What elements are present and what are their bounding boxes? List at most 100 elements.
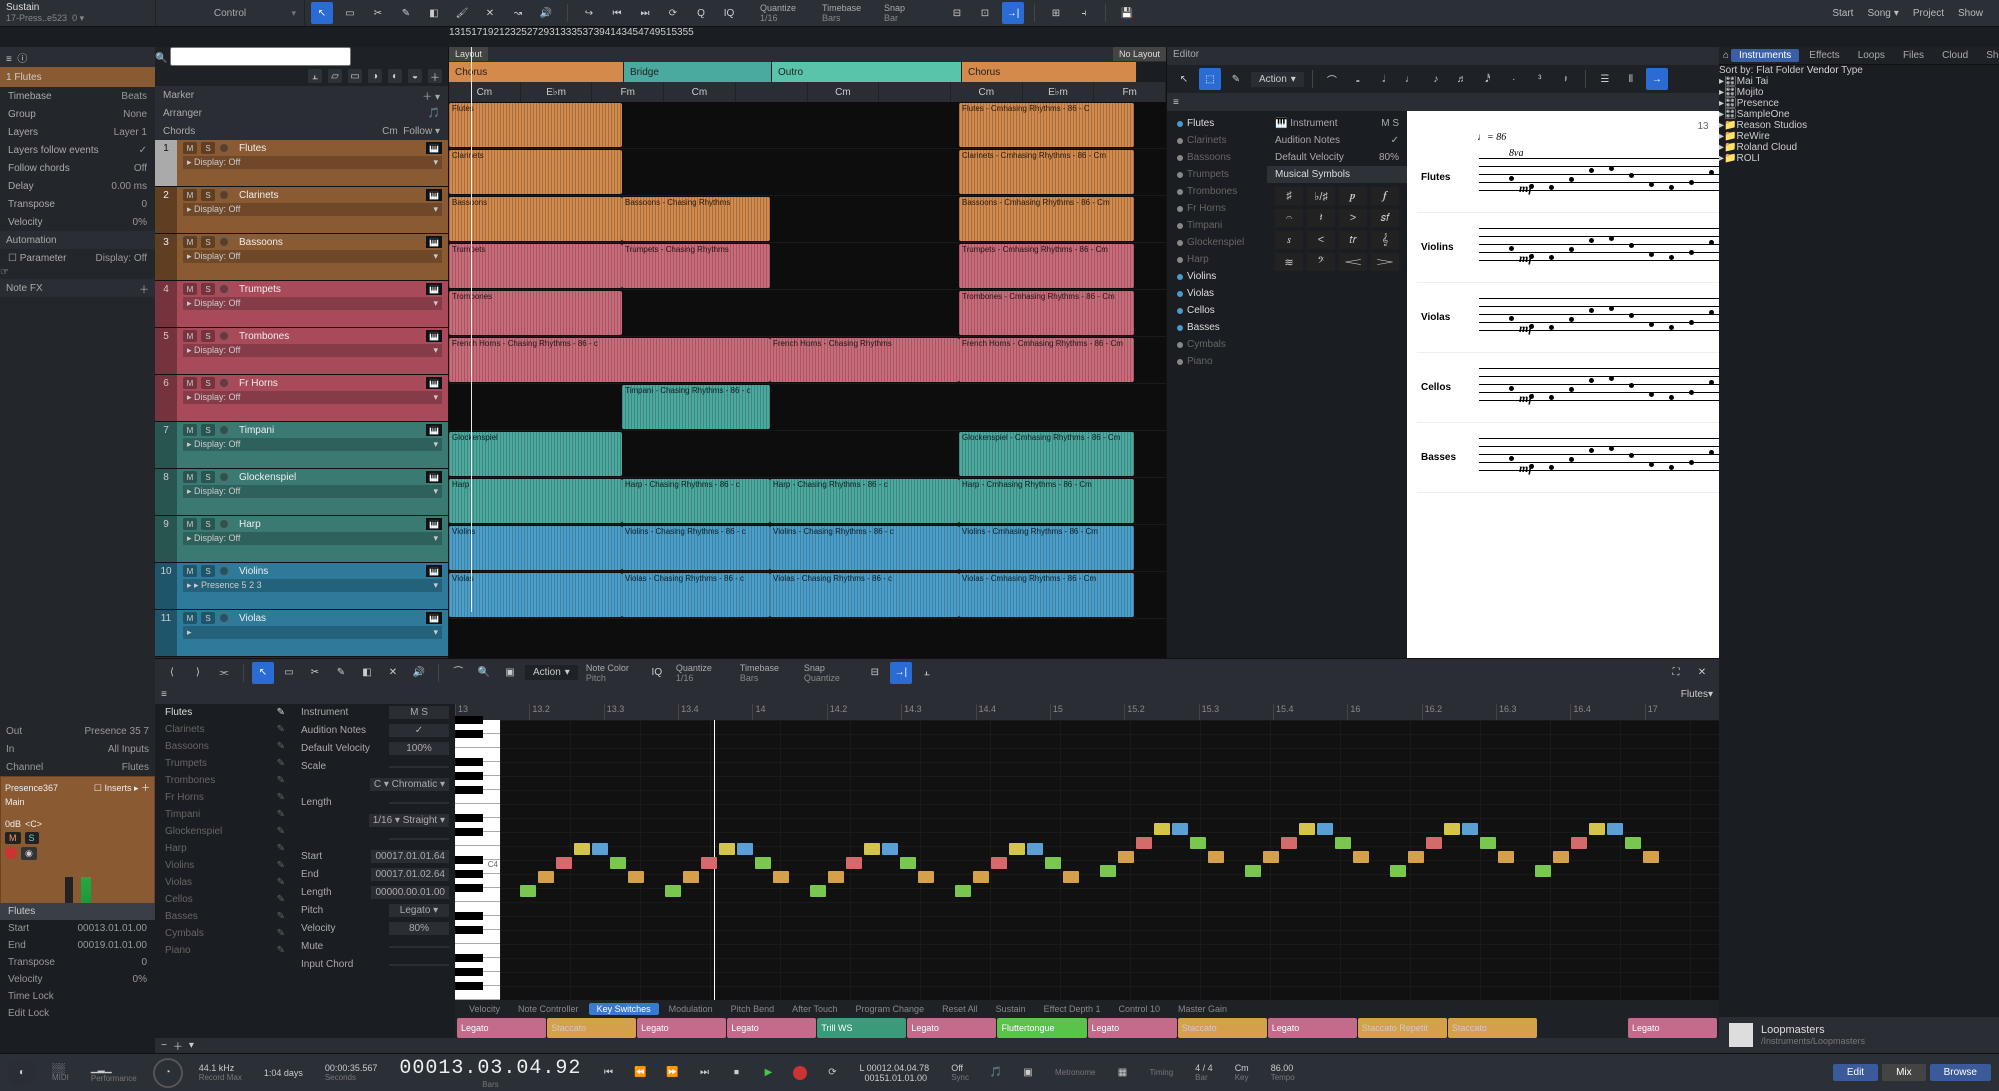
pencil-icon[interactable]: ✎ xyxy=(277,775,285,786)
midi-note-grid[interactable] xyxy=(500,720,1719,1000)
progress-ring-icon[interactable]: ◔ xyxy=(153,1058,183,1088)
midi-prop-row[interactable]: Mute xyxy=(295,938,455,956)
editor-instrument-item[interactable]: Trombones xyxy=(1167,183,1267,200)
piano-black-key[interactable] xyxy=(455,828,483,836)
pencil-icon[interactable]: ✎ xyxy=(277,894,285,905)
editor-instrument-item[interactable]: Fr Horns xyxy=(1167,200,1267,217)
layout-tag[interactable]: Layout xyxy=(449,47,488,61)
midi-ruler-tick[interactable]: 14 xyxy=(752,704,826,720)
pencil-icon[interactable]: ✎ xyxy=(277,809,285,820)
articulation-lane[interactable]: LegatoStaccatoLegatoLegatoTrill WSLegato… xyxy=(455,1018,1719,1038)
inspector-prop[interactable]: Velocity0% xyxy=(0,213,155,231)
symbol-button[interactable]: 𝆏 xyxy=(1339,187,1367,205)
midi-prop-row[interactable]: Start00017.01.01.64 xyxy=(295,848,455,866)
track-display-mode[interactable]: ▸ Display: Off▾ xyxy=(183,532,442,545)
midi-part-item[interactable]: Violas✎ xyxy=(155,874,295,891)
midi-clip[interactable]: Trumpets xyxy=(449,244,622,288)
articulation-block[interactable]: Staccato xyxy=(547,1018,636,1038)
browser-item[interactable]: ▸🎛SampleOne xyxy=(1719,109,1999,120)
midi-prop-row[interactable]: Length xyxy=(295,794,455,812)
track-solo[interactable]: S xyxy=(201,471,215,483)
chord-cell[interactable] xyxy=(736,82,808,102)
midi-part-item[interactable]: Timpani✎ xyxy=(155,806,295,823)
track-mute[interactable]: M xyxy=(183,330,197,342)
midi-note[interactable] xyxy=(1317,823,1333,835)
note-color-select[interactable]: Note Color Pitch xyxy=(582,663,642,683)
midi-clip[interactable]: Harp - Cmhasing Rhythms - 86 - Cm xyxy=(959,479,1134,523)
track-solo[interactable]: S xyxy=(201,518,215,530)
tl-tool-5[interactable]: ◐ xyxy=(388,69,402,83)
editor-instrument-item[interactable]: Violas xyxy=(1167,285,1267,302)
midi-note[interactable] xyxy=(665,885,681,897)
articulation-block[interactable]: Staccato xyxy=(1448,1018,1537,1038)
song-key[interactable]: CmKey xyxy=(1229,1063,1255,1082)
editor-instrument-item[interactable]: Basses xyxy=(1167,319,1267,336)
midi-note[interactable] xyxy=(1444,823,1460,835)
dotted-icon[interactable]: · xyxy=(1503,68,1525,90)
pencil-icon[interactable]: ✎ xyxy=(277,877,285,888)
midi-clip[interactable]: Trombones - Cmhasing Rhythms - 86 - Cm xyxy=(959,291,1134,335)
preroll-button[interactable]: ▣ xyxy=(1017,1062,1039,1084)
symbol-button[interactable]: 𝑡𝑟 xyxy=(1339,231,1367,249)
midi-part-item[interactable]: Piano✎ xyxy=(155,942,295,959)
midi-note[interactable] xyxy=(610,857,626,869)
midi-prop-row[interactable] xyxy=(295,830,455,848)
midi-note[interactable] xyxy=(1100,865,1116,877)
chord-cell[interactable]: E♭m xyxy=(521,82,593,102)
midi-clip[interactable]: Violins - Cmhasing Rhythms - 86 - Cm xyxy=(959,526,1134,570)
song-title-box[interactable]: Sustain 17-Press..e523 0 ▾ xyxy=(0,0,155,26)
track-solo[interactable]: S xyxy=(201,377,215,389)
midi-clip[interactable]: Timpani - Chasing Rhythms - 86 - c xyxy=(622,385,770,429)
transport-position[interactable]: 00013.03.04.92Bars xyxy=(393,1057,587,1089)
arrange-track-lane[interactable]: ViolinsViolins - Chasing Rhythms - 86 - … xyxy=(449,525,1166,572)
go-start-button[interactable]: ⏮ xyxy=(597,1062,619,1084)
sort-vendor[interactable]: Vendor xyxy=(1807,65,1839,76)
midi-listen-icon[interactable]: 🔊 xyxy=(408,662,430,684)
save-icon[interactable]: 💾 xyxy=(1116,2,1138,24)
track-header[interactable]: 7MSTimpani🎹▸ Display: Off▾ xyxy=(155,422,448,469)
browser-folder[interactable]: ▸📁ReWire xyxy=(1719,131,1999,142)
arrange-track-lane[interactable]: GlockenspielGlockenspiel - Cmhasing Rhyt… xyxy=(449,431,1166,478)
arranger-sections[interactable]: ChorusBridgeOutroChorus xyxy=(449,62,1166,82)
bend-tool-icon[interactable]: ↝ xyxy=(507,2,529,24)
solo-button[interactable]: S xyxy=(25,832,39,844)
midi-snap-select[interactable]: Snap Quantize xyxy=(800,663,860,683)
pencil-icon[interactable]: ✎ xyxy=(277,758,285,769)
ed-pencil-icon[interactable]: ✎ xyxy=(1225,68,1247,90)
midi-note[interactable] xyxy=(973,871,989,883)
split-tool-icon[interactable]: ✂ xyxy=(367,2,389,24)
ruler-tick[interactable]: 53 xyxy=(672,27,683,49)
track-header[interactable]: 2MSClarinets🎹▸ Display: Off▾ xyxy=(155,187,448,234)
browser-item[interactable]: ▸🎛Presence xyxy=(1719,98,1999,109)
midi-q-icon[interactable]: IQ xyxy=(646,662,668,684)
chord-cell[interactable]: Cm xyxy=(808,82,880,102)
piano-black-key[interactable] xyxy=(455,912,483,920)
cc-tab[interactable]: Reset All xyxy=(934,1003,986,1015)
ruler-tick[interactable]: 55 xyxy=(683,27,694,49)
midi-clip[interactable]: Violas - Chasing Rhythms - 86 - c xyxy=(770,573,959,617)
browse-view-button[interactable]: Browse xyxy=(1930,1064,1991,1081)
midi-note[interactable] xyxy=(900,857,916,869)
track-header[interactable]: 6MSFr Horns🎹▸ Display: Off▾ xyxy=(155,375,448,422)
midi-note[interactable] xyxy=(773,871,789,883)
erase-tool-icon[interactable]: ◧ xyxy=(423,2,445,24)
track-header[interactable]: 11MSViolas🎹▸ ▾ xyxy=(155,610,448,657)
midi-zoom-menu[interactable]: ▾ xyxy=(189,1040,194,1051)
chord-cell[interactable]: Cm xyxy=(449,82,521,102)
arranger-lane-header[interactable]: Arranger🎵 xyxy=(155,104,448,122)
selection-prop[interactable]: Velocity0% xyxy=(0,971,155,988)
midi-mute-icon[interactable]: ✕ xyxy=(382,662,404,684)
midi-back-icon[interactable]: ⟨ xyxy=(161,662,183,684)
notefx-section[interactable]: Note FX＋ xyxy=(0,279,155,297)
ruler-tick[interactable]: 41 xyxy=(605,27,616,49)
rewind-button[interactable]: ⏪ xyxy=(629,1062,651,1084)
forward-button[interactable]: ⏩ xyxy=(661,1062,683,1084)
piano-black-key[interactable] xyxy=(455,730,483,738)
arrange-track-lane[interactable]: HarpHarp - Chasing Rhythms - 86 - cHarp … xyxy=(449,478,1166,525)
midi-note[interactable] xyxy=(1154,823,1170,835)
sort-folder[interactable]: Folder xyxy=(1776,65,1804,76)
editor-instrument-item[interactable]: Bassoons xyxy=(1167,149,1267,166)
midi-prop-row[interactable]: Input Chord xyxy=(295,956,455,974)
symbol-button[interactable]: < xyxy=(1307,231,1335,249)
midi-prop-row[interactable]: InstrumentM S xyxy=(295,704,455,722)
